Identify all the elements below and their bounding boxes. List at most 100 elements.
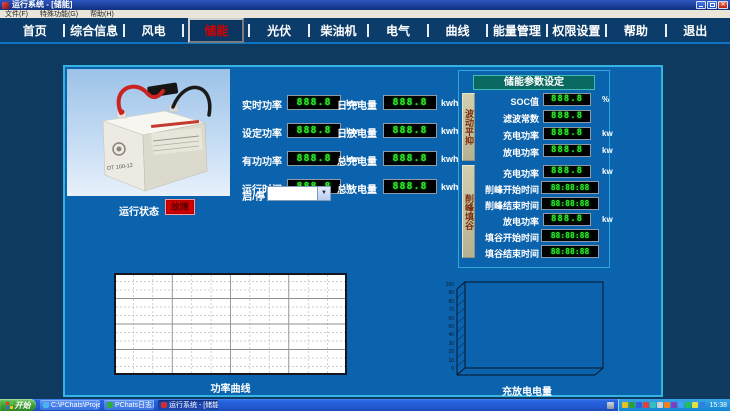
tray-icon[interactable] — [650, 402, 656, 408]
param-label: 填谷结束时间 — [477, 247, 539, 260]
param-label: 充电功率 — [477, 167, 539, 180]
start-button[interactable]: 开始 — [0, 399, 36, 411]
nav-bar: 首页 综合信息 风电 储能 光伏 柴油机 电气 曲线 能量管理 权限设置 帮助 … — [0, 18, 730, 44]
tray-icon[interactable] — [636, 402, 642, 408]
led-time-display: 88:88:88 — [541, 197, 599, 210]
led-display: 888.8 — [383, 151, 437, 166]
param-unit: kw — [602, 146, 613, 155]
tray-icon[interactable] — [671, 402, 677, 408]
desktop-icon[interactable] — [607, 402, 614, 409]
metric-unit: kwh — [441, 126, 459, 136]
param-unit: kw — [602, 167, 613, 176]
tray-icon[interactable] — [664, 402, 670, 408]
led-display: 888.8 — [543, 110, 591, 123]
main-area: OT 100-12 运行状态 故障 实时功率 888.8 kw 设定功率 888… — [0, 44, 730, 399]
maximize-button[interactable] — [707, 1, 717, 9]
metric-label: 日充电量 — [315, 97, 377, 112]
close-button[interactable] — [718, 1, 728, 9]
nav-item-storage-active[interactable]: 储能 — [188, 18, 244, 43]
tray-icon[interactable] — [699, 402, 705, 408]
nav-item-wind[interactable]: 风电 — [125, 22, 182, 39]
tray-icon[interactable] — [678, 402, 684, 408]
windows-logo-icon — [6, 402, 13, 409]
tray-icon[interactable] — [692, 402, 698, 408]
start-stop-dropdown[interactable]: ▼ — [267, 186, 331, 201]
led-display: 888.8 — [543, 213, 591, 226]
tray-icon[interactable] — [643, 402, 649, 408]
param-label: 削峰结束时间 — [477, 199, 539, 212]
nav-item-help[interactable]: 帮助 — [607, 22, 664, 39]
metric-label: 有功功率 — [220, 153, 282, 168]
metric-label: 实时功率 — [220, 97, 282, 112]
folder-icon — [43, 402, 49, 408]
led-display: 888.8 — [543, 165, 591, 178]
param-label: 放电功率 — [477, 146, 539, 159]
led-display: 888.8 — [543, 127, 591, 140]
param-label: 充电功率 — [477, 129, 539, 142]
taskbar-task-explorer[interactable]: C:\PChats\Proje... — [40, 400, 100, 410]
tray-icon[interactable] — [622, 402, 628, 408]
taskbar-task-log-system[interactable]: PChats日志系统 — [104, 400, 154, 410]
y-tick: 60 — [443, 317, 454, 322]
led-display: 888.8 — [383, 179, 437, 194]
led-display: 888.8 — [383, 123, 437, 138]
group-tab-fluctuation-smoothing: 波动平抑 — [462, 93, 475, 161]
menu-bar: 文件(F) 特殊功能(G) 帮助(H) — [0, 10, 730, 18]
tray-icon[interactable] — [657, 402, 663, 408]
y-tick: 100 — [443, 283, 454, 288]
nav-item-exit[interactable]: 退出 — [667, 22, 724, 39]
system-tray: 15:38 — [618, 399, 730, 411]
battery-illustration: OT 100-12 — [67, 69, 230, 196]
taskbar: 开始 C:\PChats\Proje... PChats日志系统 运行系统 - … — [0, 399, 730, 411]
nav-item-overview[interactable]: 综合信息 — [65, 22, 122, 39]
param-unit: % — [602, 95, 609, 104]
metric-label: 总充电量 — [315, 153, 377, 168]
metric-label: 日放电量 — [315, 125, 377, 140]
y-axis-ticks: 100 90 80 70 60 50 40 30 20 10 0 — [443, 283, 454, 372]
task-label: C:\PChats\Proje... — [51, 402, 100, 409]
nav-item-pv[interactable]: 光伏 — [250, 22, 307, 39]
y-tick: 50 — [443, 325, 454, 330]
y-tick: 30 — [443, 342, 454, 347]
nav-item-electrical[interactable]: 电气 — [369, 22, 426, 39]
led-time-display: 88:88:88 — [541, 229, 599, 242]
led-display: 888.8 — [543, 144, 591, 157]
running-status-label: 运行状态 — [101, 203, 159, 218]
scada-app-icon — [161, 402, 167, 408]
param-unit: kw — [602, 215, 613, 224]
nav-item-energy-mgmt[interactable]: 能量管理 — [488, 22, 545, 39]
metric-unit: kwh — [441, 98, 459, 108]
metric-unit: kwh — [441, 154, 459, 164]
y-tick: 0 — [443, 367, 454, 372]
nav-item-home[interactable]: 首页 — [6, 22, 63, 39]
chevron-down-icon[interactable]: ▼ — [317, 187, 330, 200]
power-curve-chart — [114, 273, 347, 375]
param-label: SOC值 — [477, 95, 539, 108]
application-window: 运行系统 - [储能] 文件(F) 特殊功能(G) 帮助(H) 首页 综合信息 … — [0, 0, 730, 411]
nav-item-curves[interactable]: 曲线 — [429, 22, 486, 39]
led-time-display: 88:88:88 — [541, 181, 599, 194]
taskbar-task-running-system[interactable]: 运行系统 - [储能] — [158, 400, 218, 410]
metric-unit: kwh — [441, 182, 459, 192]
charge-discharge-chart: 100 90 80 70 60 50 40 30 20 10 0 — [443, 277, 611, 377]
nav-item-diesel[interactable]: 柴油机 — [310, 22, 367, 39]
tray-icon[interactable] — [685, 402, 691, 408]
app-icon — [2, 2, 9, 9]
param-label: 放电功率 — [477, 215, 539, 228]
tray-icon[interactable] — [629, 402, 635, 408]
param-unit: kw — [602, 129, 613, 138]
nav-item-permissions[interactable]: 权限设置 — [548, 22, 605, 39]
window-controls — [696, 1, 728, 9]
charge-discharge-title: 充放电电量 — [443, 383, 611, 398]
task-label: 运行系统 - [储能] — [169, 400, 218, 410]
minimize-button[interactable] — [696, 1, 706, 9]
running-status-indicator: 故障 — [165, 199, 195, 215]
battery-image: OT 100-12 — [67, 69, 230, 196]
metric-label: 设定功率 — [220, 125, 282, 140]
led-display: 888.8 — [383, 95, 437, 110]
param-label: 削峰开始时间 — [477, 183, 539, 196]
led-time-display: 88:88:88 — [541, 245, 599, 258]
y-tick: 40 — [443, 333, 454, 338]
power-curve-title: 功率曲线 — [114, 380, 347, 395]
log-app-icon — [107, 402, 113, 408]
